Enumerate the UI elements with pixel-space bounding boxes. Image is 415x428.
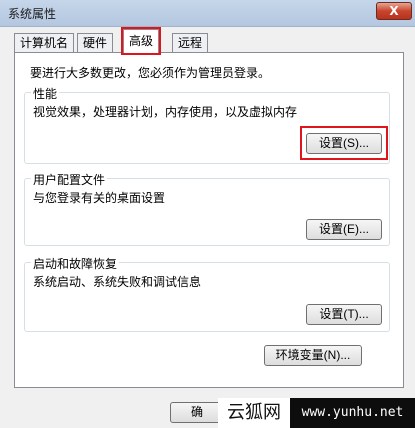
close-button[interactable]: X [376, 2, 412, 20]
admin-notice: 要进行大多数更改，您必须作为管理员登录。 [30, 66, 271, 80]
performance-description: 视觉效果，处理器计划，内存使用，以及虚拟内存 [33, 105, 298, 119]
watermark-logo-text: 云狐网 [218, 398, 290, 428]
title-bar: 系统属性 X [0, 0, 415, 27]
startup-recovery-settings-button[interactable]: 设置(T)... [306, 304, 382, 325]
performance-title: 性能 [31, 85, 60, 102]
highlight-box [300, 126, 388, 160]
user-profile-title: 用户配置文件 [31, 171, 108, 188]
user-profile-settings-button[interactable]: 设置(E)... [306, 219, 382, 240]
tab-advanced[interactable]: 高级 [120, 27, 162, 55]
tab-computer-name[interactable]: 计算机名 [14, 33, 75, 52]
tab-hardware[interactable]: 硬件 [77, 33, 114, 52]
window-title: 系统属性 [8, 7, 57, 21]
watermark: 云狐网 www.yunhu.net [218, 398, 415, 428]
environment-variables-button[interactable]: 环境变量(N)... [264, 345, 362, 366]
startup-recovery-title: 启动和故障恢复 [31, 255, 120, 272]
tab-remote[interactable]: 远程 [172, 33, 209, 52]
watermark-url: www.yunhu.net [290, 398, 415, 428]
user-profile-description: 与您登录有关的桌面设置 [33, 191, 166, 205]
startup-recovery-description: 系统启动、系统失败和调试信息 [33, 275, 202, 289]
